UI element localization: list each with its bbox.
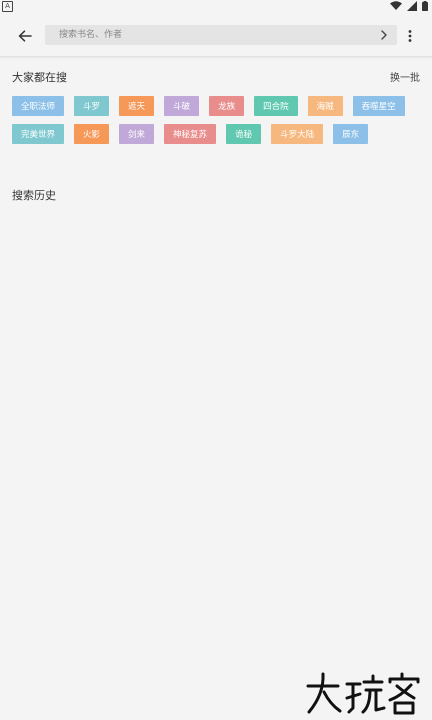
hot-search-tag[interactable]: 四合院 — [254, 96, 298, 116]
back-button[interactable] — [14, 25, 36, 47]
hot-search-tag[interactable]: 斗罗大陆 — [271, 124, 324, 144]
watermark-logo — [306, 672, 420, 715]
refresh-button[interactable]: 换一批 — [390, 69, 420, 84]
hot-tag-list: 全职法师 斗罗 遮天 斗破 龙族 四合院 海贼 吞噬星空完美世界 火影 剑来 神秘复苏 诡秘 斗罗大陆辰… — [12, 96, 424, 144]
arrow-left-icon — [18, 30, 32, 42]
chevron-right-icon — [381, 30, 387, 40]
search-input[interactable] — [59, 25, 359, 45]
more-menu-button[interactable] — [403, 27, 417, 45]
hot-search-tag[interactable]: 遮天 — [119, 96, 155, 116]
search-go-button[interactable] — [377, 28, 391, 42]
search-box — [45, 25, 397, 45]
hot-search-tag[interactable]: 完美世界 — [12, 124, 65, 144]
hot-search-tag[interactable]: 斗罗 — [74, 96, 110, 116]
signal-icon — [407, 1, 417, 11]
hot-search-tag[interactable]: 辰东 — [333, 124, 369, 144]
hot-search-tag[interactable]: 吞噬星空 — [352, 96, 405, 116]
hot-search-title: 大家都在搜 — [12, 71, 67, 84]
hot-search-tag[interactable]: 斗破 — [164, 96, 200, 116]
hot-search-tag[interactable]: 龙族 — [209, 96, 245, 116]
search-toolbar — [0, 14, 432, 57]
status-icons — [390, 1, 428, 11]
status-bar: A — [0, 0, 432, 14]
hot-search-tag[interactable]: 神秘复苏 — [164, 124, 217, 144]
hot-search-tag[interactable]: 剑来 — [119, 124, 155, 144]
hot-search-tag[interactable]: 全职法师 — [12, 96, 65, 116]
notification-icon: A — [2, 1, 13, 12]
search-history-title: 搜索历史 — [12, 189, 56, 202]
hot-search-tag[interactable]: 火影 — [74, 124, 110, 144]
battery-icon — [422, 1, 428, 11]
wifi-icon — [390, 1, 402, 10]
hot-search-tag[interactable]: 海贼 — [307, 96, 343, 116]
more-vertical-icon — [408, 30, 412, 42]
hot-search-tag[interactable]: 诡秘 — [226, 124, 262, 144]
